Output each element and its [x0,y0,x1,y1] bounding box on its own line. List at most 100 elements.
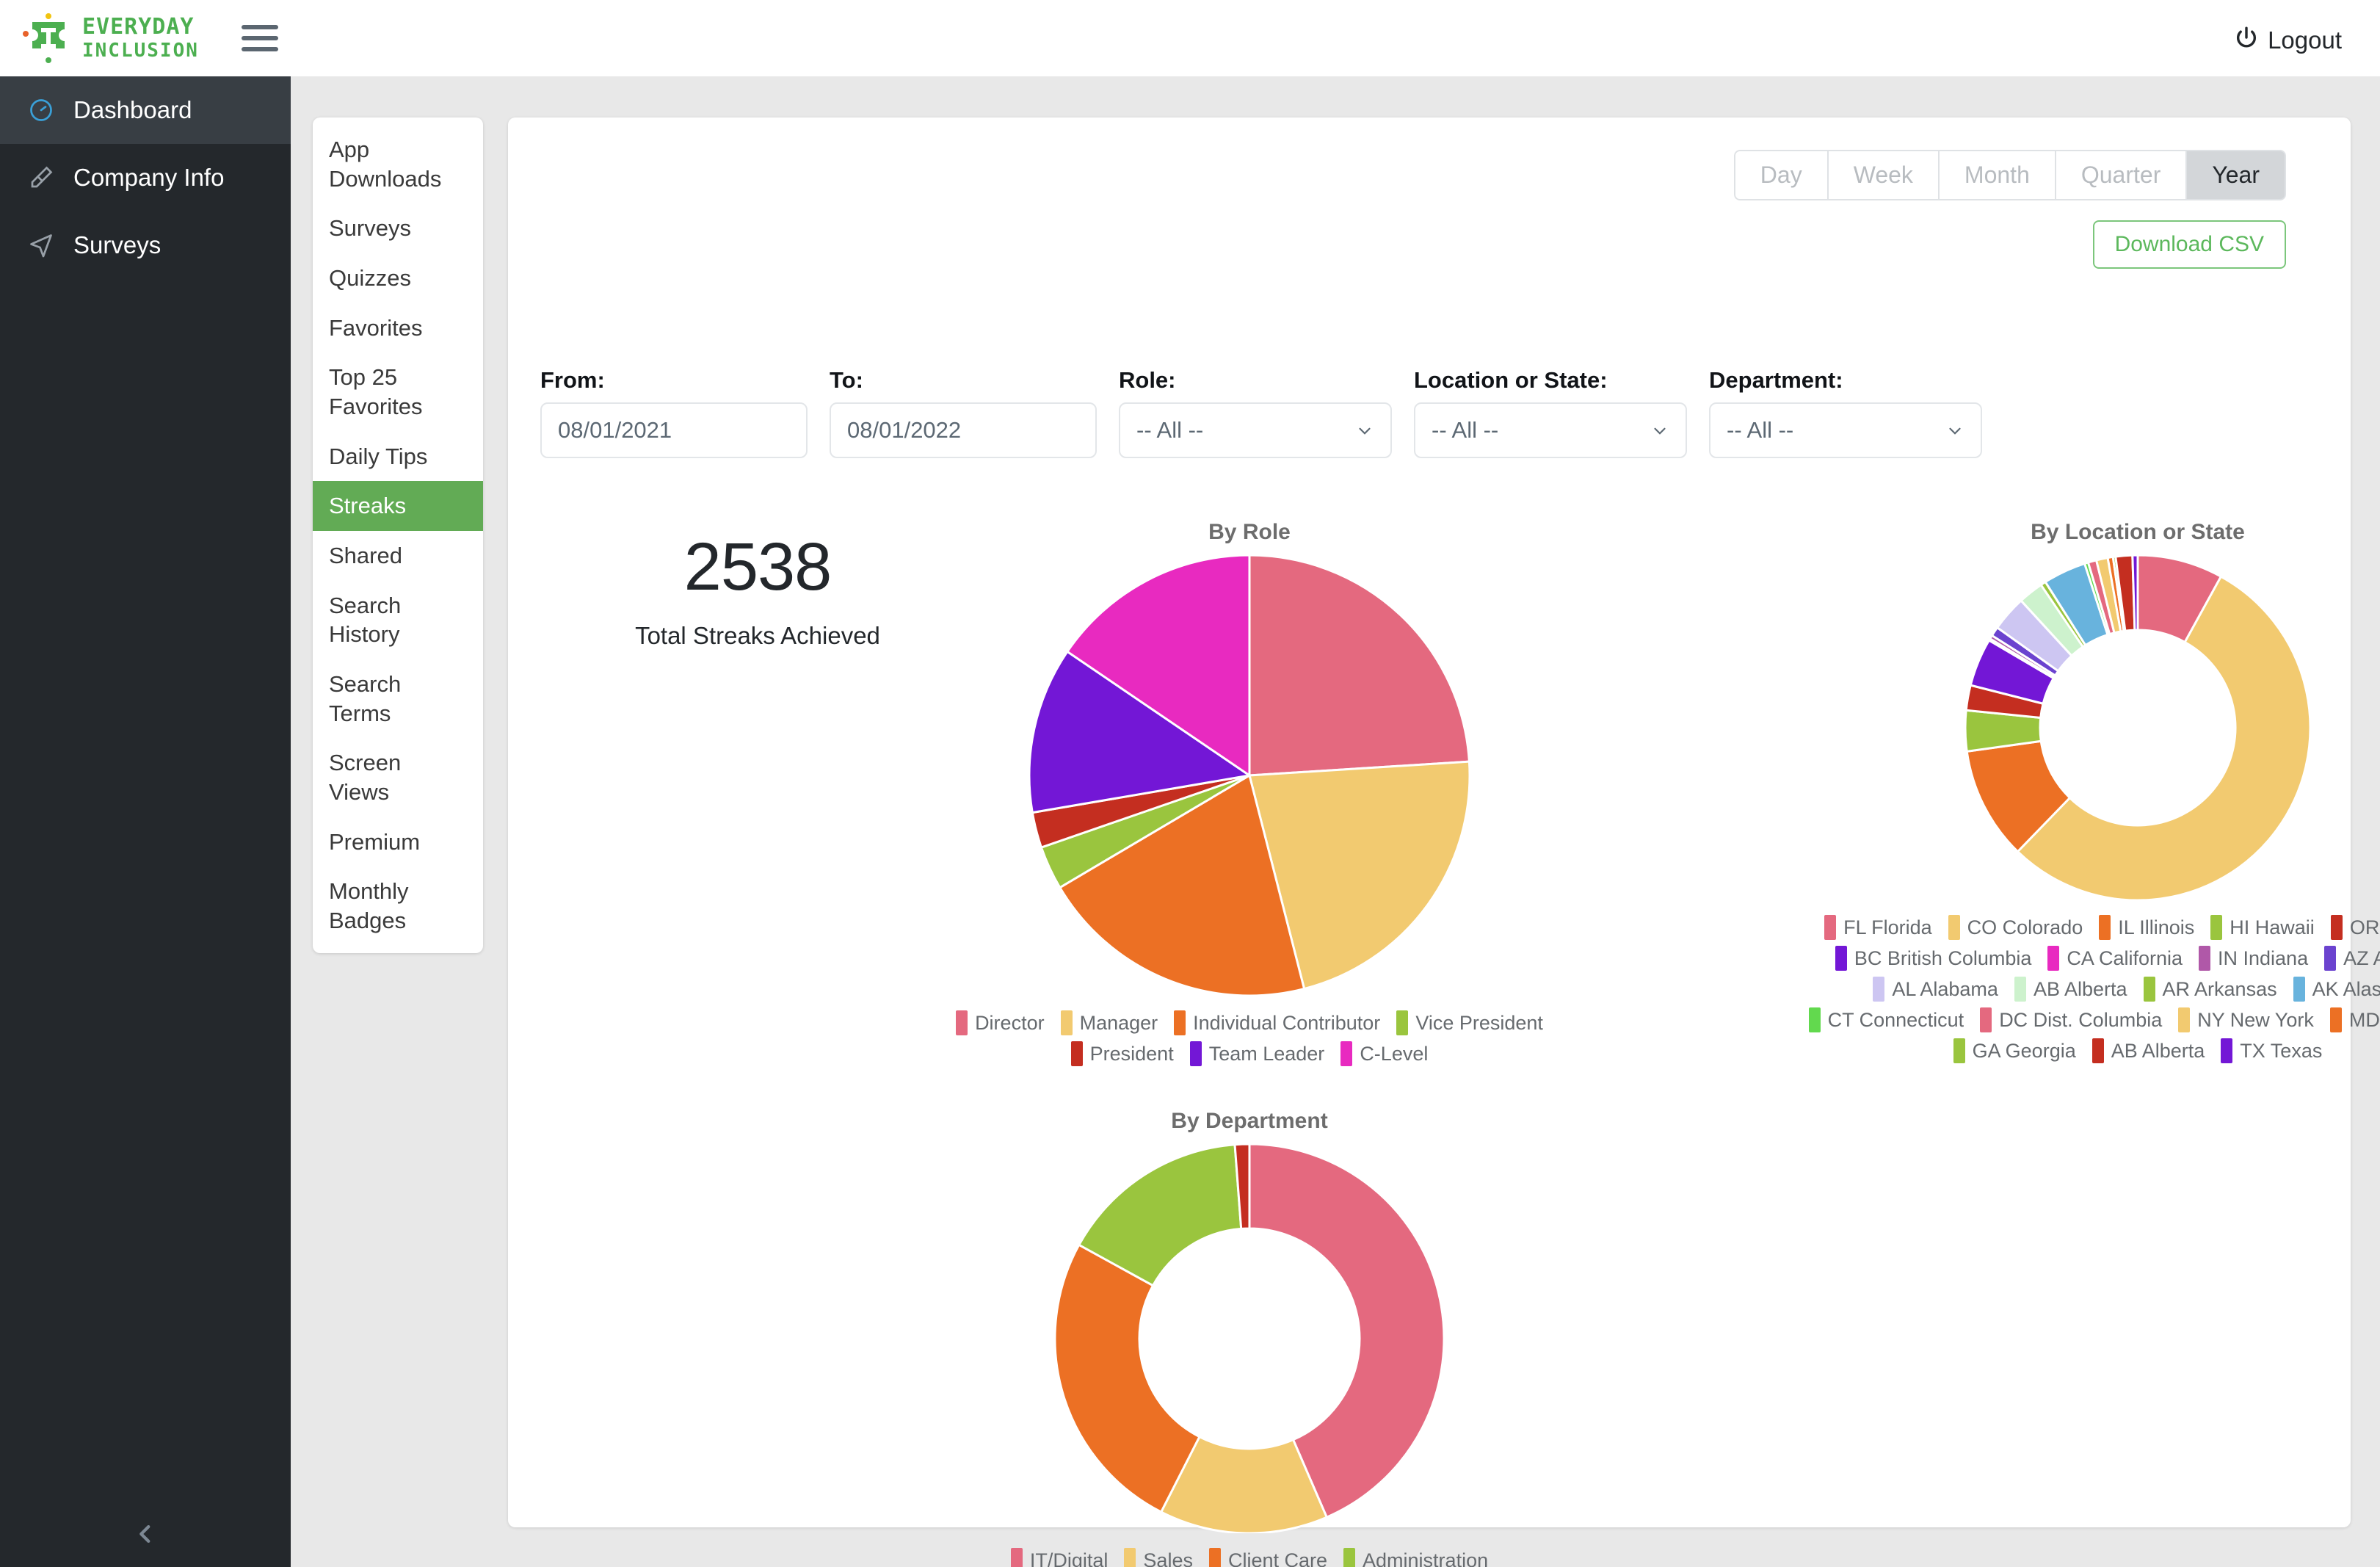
legend-item[interactable]: Sales [1124,1548,1193,1567]
submenu-item-monthly-badges[interactable]: Monthly Badges [313,866,483,945]
legend-swatch [1953,1038,1965,1063]
legend-item[interactable]: CT Connecticut [1808,1007,1964,1032]
legend-item[interactable]: AL Alabama [1873,977,1998,1002]
legend-swatch [1808,1007,1821,1032]
submenu-item-label: Top 25 Favorites [329,364,423,420]
legend-label: President [1089,1042,1174,1065]
power-icon [2234,25,2259,56]
download-csv-button[interactable]: Download CSV [2092,220,2286,269]
legend-swatch [2047,946,2060,971]
legend-item[interactable]: AB Alberta [2091,1038,2205,1063]
submenu-item-streaks[interactable]: Streaks [313,481,483,532]
legend-label: CA California [2067,947,2183,969]
period-button-week[interactable]: Week [1826,150,1938,200]
legend-item[interactable]: MD Maryland [2329,1007,2380,1032]
legend-item[interactable]: AR Arkansas [2143,977,2277,1002]
logout-button[interactable]: Logout [2234,25,2342,56]
legend-label: CT Connecticut [1827,1008,1964,1031]
legend-label: GA Georgia [1972,1039,2076,1062]
legend-item[interactable]: President [1070,1041,1174,1066]
legend-item[interactable]: TX Texas [2221,1038,2322,1063]
sidebar-item-label: Dashboard [73,96,192,123]
location-select-wrap: -- All -- [1414,402,1687,458]
legend-swatch [2330,915,2343,940]
submenu-item-search-history[interactable]: Search History [313,581,483,659]
legend-item[interactable]: FL Florida [1824,915,1932,940]
legend-item[interactable]: Director [956,1010,1045,1035]
role-label: Role: [1119,367,1176,393]
from-date-input[interactable] [540,402,808,458]
pie-slice[interactable] [1248,555,1470,777]
sidebar: Dashboard Company Info Surveys [0,76,291,1567]
legend-item[interactable]: AK Alaska [2293,977,2380,1002]
legend-label: Manager [1079,1011,1158,1034]
legend-item[interactable]: NY New York [2178,1007,2314,1032]
legend-item[interactable]: CA California [2047,946,2183,971]
role-select[interactable]: -- All -- [1119,402,1392,458]
legend-swatch [956,1010,968,1035]
filter-to: To: [830,367,1097,458]
legend-item[interactable]: OR Oregon [2330,915,2380,940]
legend-label: Sales [1143,1549,1193,1567]
pie-slice[interactable] [1055,1243,1201,1514]
legend-label: TX Texas [2240,1039,2323,1062]
legend-item[interactable]: HI Hawaii [2210,915,2315,940]
sidebar-item-dashboard[interactable]: Dashboard [0,76,291,144]
submenu-item-surveys[interactable]: Surveys [313,203,483,253]
chart-legend: FL Florida CO Colorado IL Illinois HI Hawai… [1785,915,2380,1063]
legend-label: Director [975,1011,1045,1034]
kpi-label: Total Streaks Achieved [635,622,880,649]
hamburger-icon[interactable] [241,25,278,51]
filter-role: Role: -- All -- [1119,367,1392,458]
legend-item[interactable]: Administration [1343,1548,1488,1567]
legend-item[interactable]: AB Alberta [2014,977,2127,1002]
location-select[interactable]: -- All -- [1414,402,1687,458]
legend-item[interactable]: Client Care [1208,1548,1327,1567]
submenu-item-shared[interactable]: Shared [313,531,483,581]
sidebar-item-surveys[interactable]: Surveys [0,211,291,279]
legend-swatch [1060,1010,1073,1035]
legend-label: AK Alaska [2312,977,2380,1000]
legend-item[interactable]: CO Colorado [1948,915,2083,940]
legend-item[interactable]: Team Leader [1189,1041,1324,1066]
submenu-item-quizzes[interactable]: Quizzes [313,253,483,303]
department-select[interactable]: -- All -- [1709,402,1982,458]
submenu-item-top-25-favorites[interactable]: Top 25 Favorites [313,352,483,431]
legend-item[interactable]: Individual Contributor [1174,1010,1380,1035]
period-button-year[interactable]: Year [2185,150,2286,200]
legend-item[interactable]: GA Georgia [1953,1038,2076,1063]
submenu-item-app-downloads[interactable]: App Downloads [313,125,483,203]
chart-legend: Director Manager Individual Contributor Vic… [919,1010,1580,1066]
legend-item[interactable]: IN Indiana [2199,946,2308,971]
submenu-item-screen-views[interactable]: Screen Views [313,738,483,817]
legend-item[interactable]: BC British Columbia [1835,946,2031,971]
legend-item[interactable]: AZ Arizona [2324,946,2380,971]
period-button-day[interactable]: Day [1733,150,1827,200]
chart-canvas [919,1144,1580,1533]
legend-item[interactable]: Manager [1060,1010,1158,1035]
legend-item[interactable]: DC Dist. Columbia [1980,1007,2162,1032]
legend-item[interactable]: IL Illinois [2099,915,2194,940]
legend-item[interactable]: Vice President [1396,1010,1543,1035]
legend-swatch [1070,1041,1083,1066]
legend-swatch [2199,946,2210,971]
submenu-item-favorites[interactable]: Favorites [313,303,483,353]
legend-item[interactable]: C-Level [1340,1041,1428,1066]
paper-plane-icon [26,231,56,260]
submenu-item-premium[interactable]: Premium [313,817,483,867]
period-button-month[interactable]: Month [1937,150,2055,200]
submenu-item-label: Daily Tips [329,443,428,469]
legend-item[interactable]: IT/Digital [1010,1548,1108,1567]
chart-canvas [1785,555,2380,900]
sidebar-item-company-info[interactable]: Company Info [0,144,291,211]
brand-logo[interactable]: EVERYDAY INCLUSION [22,12,199,65]
submenu-item-search-terms[interactable]: Search Terms [313,659,483,738]
legend-swatch [2293,977,2305,1002]
sidebar-collapse-button[interactable] [0,1504,291,1567]
to-date-input[interactable] [830,402,1097,458]
legend-swatch [1396,1010,1409,1035]
period-button-quarter[interactable]: Quarter [2054,150,2186,200]
sidebar-item-label: Company Info [73,164,225,191]
reports-submenu: App Downloads Surveys Quizzes Favorites Top … [313,117,483,953]
submenu-item-daily-tips[interactable]: Daily Tips [313,432,483,482]
